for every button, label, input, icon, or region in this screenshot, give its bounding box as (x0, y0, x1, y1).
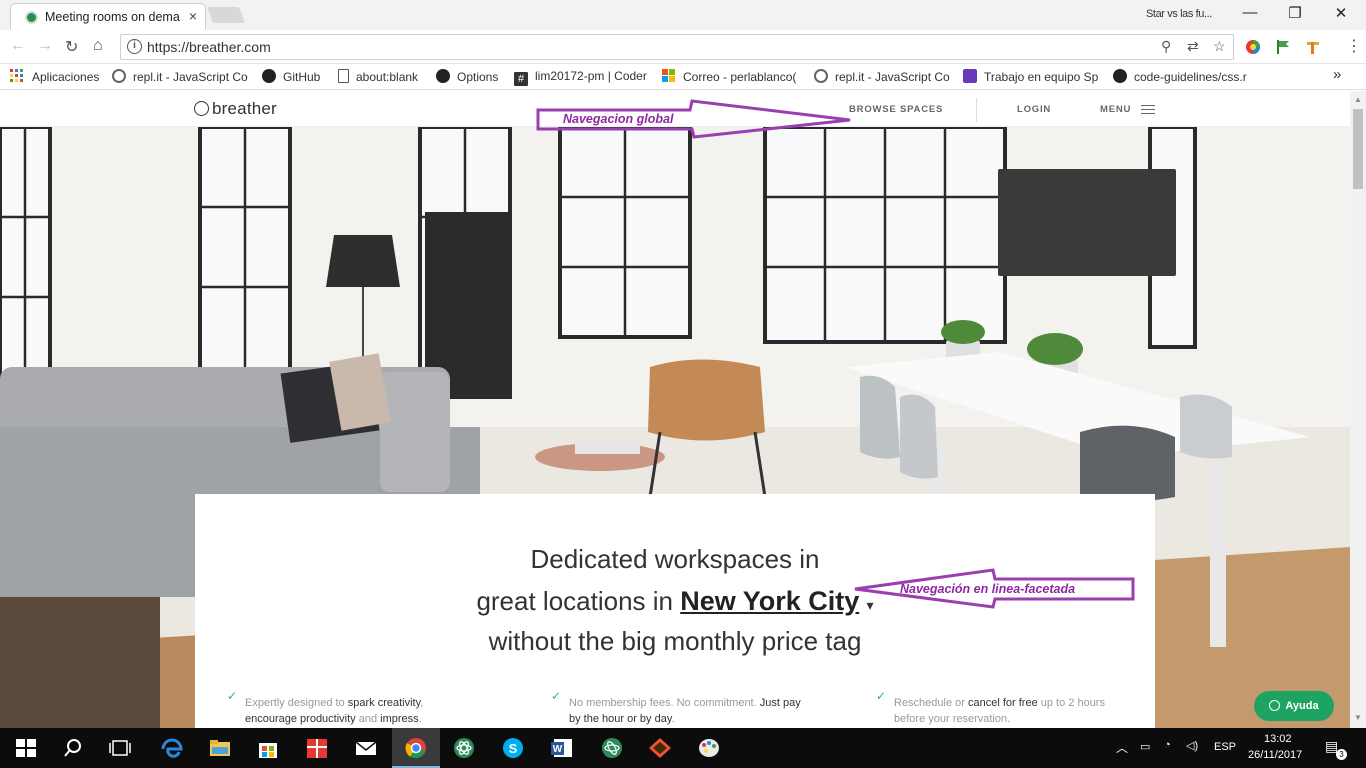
store-icon[interactable] (256, 737, 280, 759)
edge-icon[interactable] (160, 737, 184, 759)
windows-start-icon[interactable] (14, 737, 38, 759)
annotation-arrows (536, 99, 1135, 609)
notification-count-badge: 3 (1336, 749, 1347, 760)
search-icon[interactable] (62, 737, 86, 759)
atom-icon-2[interactable] (600, 737, 624, 759)
wifi-icon[interactable]: ◔ (1164, 739, 1171, 751)
annotation-faceted-nav: Navegación en linea-facetada (900, 582, 1076, 596)
chrome-icon[interactable] (404, 737, 428, 759)
task-view-icon[interactable] (108, 737, 132, 759)
windows-taskbar: S W ︿ ▭ ◔ ◁) ESP 13:02 26/11/2017 ▤ 3 (0, 728, 1366, 768)
volume-icon[interactable]: ◁) (1186, 739, 1198, 752)
svg-text:S: S (509, 741, 518, 756)
mail-icon[interactable] (354, 737, 378, 759)
tray-chevron-icon[interactable]: ︿ (1116, 739, 1128, 756)
svg-text:W: W (553, 744, 563, 755)
paint-icon[interactable] (697, 737, 721, 759)
gift-app-icon[interactable] (305, 737, 329, 759)
language-indicator[interactable]: ESP (1214, 741, 1236, 753)
clock-time[interactable]: 13:02 (1264, 733, 1292, 745)
clock-date[interactable]: 26/11/2017 (1248, 749, 1302, 761)
atom-icon[interactable] (452, 737, 476, 759)
annotation-global-nav: Navegacion global (563, 112, 674, 126)
git-icon[interactable] (648, 737, 672, 759)
battery-icon[interactable]: ▭ (1140, 740, 1150, 753)
word-icon[interactable]: W (550, 737, 574, 759)
file-explorer-icon[interactable] (208, 737, 232, 759)
skype-icon[interactable]: S (501, 737, 525, 759)
